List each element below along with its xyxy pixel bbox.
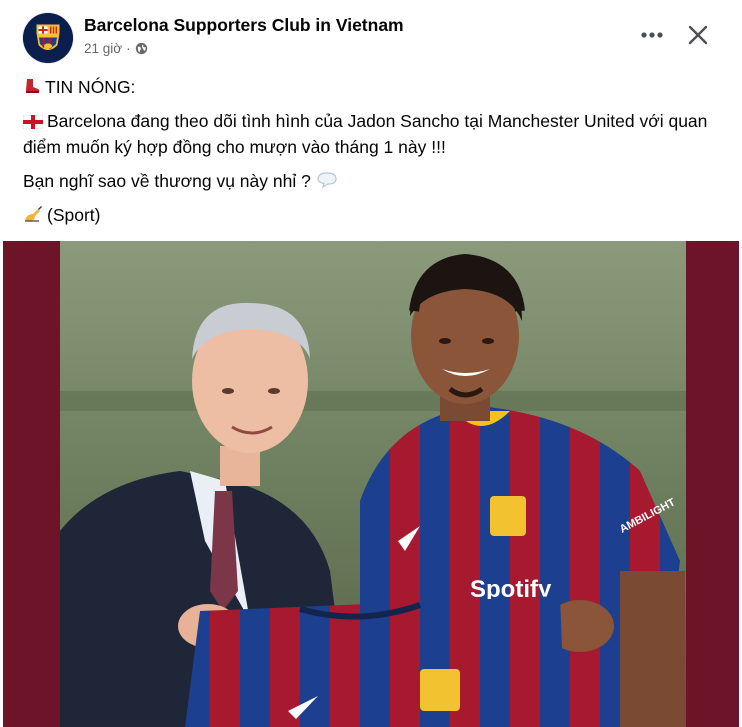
- england-flag-emoji: [23, 115, 43, 129]
- globe-icon[interactable]: [135, 42, 148, 55]
- post-time[interactable]: 21 giờ: [84, 41, 122, 56]
- source-line: (Sport): [23, 202, 723, 228]
- body-text: Barcelona đang theo dõi tình hình của Ja…: [23, 111, 708, 157]
- speech-bubble-emoji: [317, 172, 337, 189]
- more-horizontal-icon: [641, 32, 663, 38]
- question-text: Bạn nghĩ sao về thương vụ này nhỉ ?: [23, 171, 311, 191]
- close-button[interactable]: [680, 17, 716, 53]
- body-paragraph: Barcelona đang theo dõi tình hình của Ja…: [23, 108, 723, 160]
- fc-barcelona-crest-icon: [23, 13, 73, 63]
- post-text: TIN NÓNG: Barcelona đang theo dõi tình h…: [23, 74, 723, 228]
- writing-hand-emoji: [25, 206, 42, 222]
- post-meta: 21 giờ ·: [84, 41, 148, 56]
- source-text: (Sport): [47, 205, 101, 225]
- close-icon: [688, 25, 708, 45]
- facebook-post: Barcelona Supporters Club in Vietnam 21 …: [0, 0, 742, 727]
- more-options-button[interactable]: [634, 20, 670, 50]
- headline-text: TIN NÓNG:: [45, 77, 136, 97]
- page-name-link[interactable]: Barcelona Supporters Club in Vietnam: [84, 15, 404, 36]
- question-line: Bạn nghĩ sao về thương vụ này nhỉ ?: [23, 168, 723, 194]
- headline-line: TIN NÓNG:: [23, 74, 723, 100]
- photo-two-men-holding-barcelona-shirt: Spotify AMBILIGHT: [60, 241, 686, 727]
- post-header: Barcelona Supporters Club in Vietnam 21 …: [0, 0, 742, 70]
- post-photo[interactable]: Spotify AMBILIGHT: [3, 241, 739, 727]
- red-boot-emoji: [26, 79, 40, 93]
- page-avatar[interactable]: [23, 13, 73, 63]
